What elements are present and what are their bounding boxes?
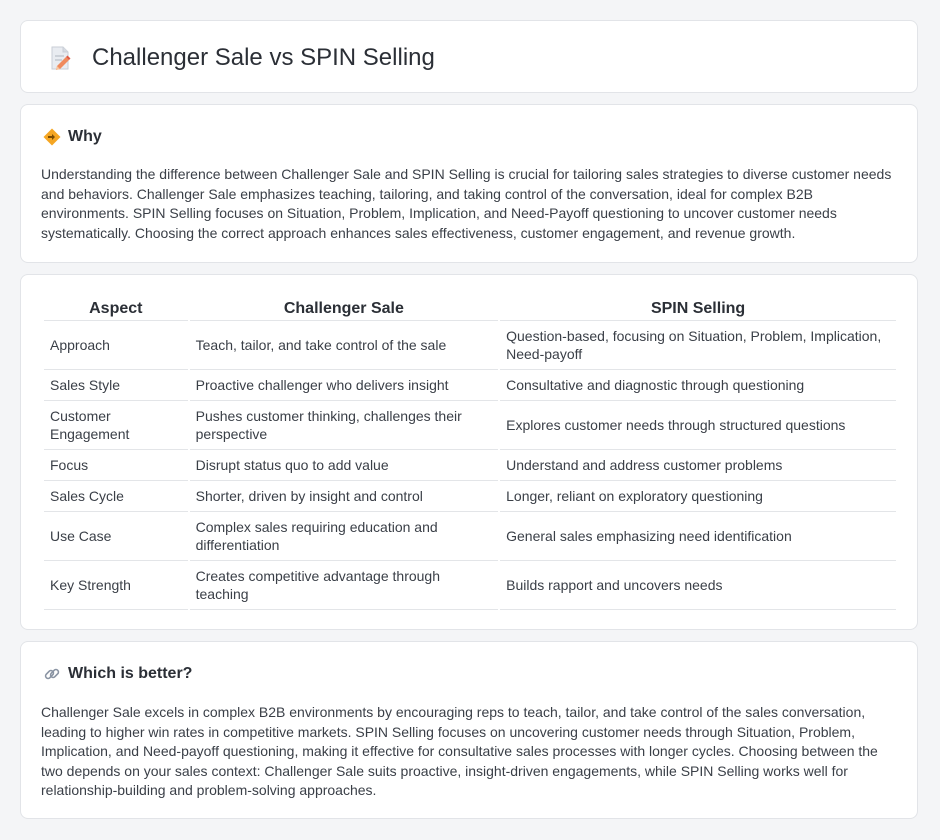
table-row: Focus Disrupt status quo to add value Un…	[44, 450, 896, 481]
page-title: Challenger Sale vs SPIN Selling	[92, 44, 435, 71]
challenger-cell: Proactive challenger who delivers insigh…	[189, 370, 499, 401]
spin-cell: Explores customer needs through structur…	[500, 401, 896, 450]
why-text: Understanding the difference between Cha…	[41, 166, 892, 241]
header-card: Challenger Sale vs SPIN Selling	[20, 20, 918, 93]
challenger-cell: Teach, tailor, and take control of the s…	[189, 321, 499, 370]
link-icon	[43, 665, 61, 683]
aspect-cell: Sales Cycle	[44, 481, 188, 512]
aspect-cell: Approach	[44, 321, 188, 370]
aspect-cell: Focus	[44, 450, 188, 481]
comparison-table: Aspect Challenger Sale SPIN Selling Appr…	[42, 296, 898, 610]
which-is-better-section: Which is better? Challenger Sale excels …	[20, 641, 918, 819]
spin-cell: Longer, reliant on exploratory questioni…	[500, 481, 896, 512]
spin-cell: Question-based, focusing on Situation, P…	[500, 321, 896, 370]
diamond-arrows-icon	[43, 128, 61, 146]
why-section: Why Understanding the difference between…	[20, 104, 918, 263]
column-header-challenger-sale: Challenger Sale	[189, 296, 499, 321]
aspect-cell: Sales Style	[44, 370, 188, 401]
table-header-row: Aspect Challenger Sale SPIN Selling	[44, 296, 896, 321]
table-row: Use Case Complex sales requiring educati…	[44, 512, 896, 561]
challenger-cell: Creates competitive advantage through te…	[189, 561, 499, 610]
aspect-cell: Key Strength	[44, 561, 188, 610]
which-is-better-text: Challenger Sale excels in complex B2B en…	[41, 704, 878, 798]
column-header-spin-selling: SPIN Selling	[500, 296, 896, 321]
table-row: Key Strength Creates competitive advanta…	[44, 561, 896, 610]
table-row: Sales Cycle Shorter, driven by insight a…	[44, 481, 896, 512]
aspect-cell: Customer Engagement	[44, 401, 188, 450]
spin-cell: Builds rapport and uncovers needs	[500, 561, 896, 610]
spin-cell: Understand and address customer problems	[500, 450, 896, 481]
challenger-cell: Shorter, driven by insight and control	[189, 481, 499, 512]
challenger-cell: Disrupt status quo to add value	[189, 450, 499, 481]
challenger-cell: Complex sales requiring education and di…	[189, 512, 499, 561]
document-pencil-icon	[48, 45, 72, 71]
why-title: Why	[68, 128, 102, 145]
table-row: Approach Teach, tailor, and take control…	[44, 321, 896, 370]
comparison-section: Aspect Challenger Sale SPIN Selling Appr…	[20, 274, 918, 630]
which-is-better-title: Which is better?	[68, 665, 193, 682]
table-row: Customer Engagement Pushes customer thin…	[44, 401, 896, 450]
aspect-cell: Use Case	[44, 512, 188, 561]
challenger-cell: Pushes customer thinking, challenges the…	[189, 401, 499, 450]
table-row: Sales Style Proactive challenger who del…	[44, 370, 896, 401]
spin-cell: Consultative and diagnostic through ques…	[500, 370, 896, 401]
spin-cell: General sales emphasizing need identific…	[500, 512, 896, 561]
column-header-aspect: Aspect	[44, 296, 188, 321]
